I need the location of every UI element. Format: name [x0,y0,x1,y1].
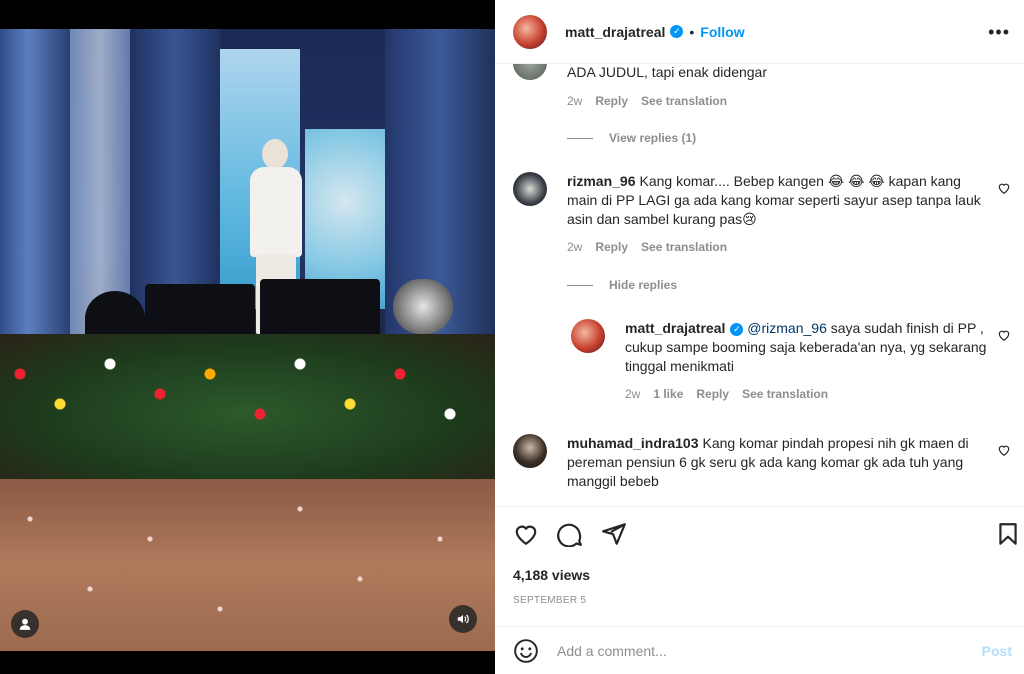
comment-time[interactable]: 2w [567,94,582,108]
flower-arrangement [0,334,495,494]
comment-likes[interactable]: 1 like [653,387,683,401]
post-video[interactable] [0,0,495,674]
like-heart-icon[interactable] [513,521,539,547]
comment-text: ADA JUDUL, tapi enak didengar [567,64,767,80]
see-translation-button[interactable]: See translation [742,387,828,401]
reply-button[interactable]: Reply [696,387,729,401]
author-avatar[interactable] [513,14,547,49]
comment-text: rizman_96 Kang komar.... Bebep kangen 😂 😂… [567,173,981,227]
like-comment-icon[interactable] [997,328,1011,342]
separator-dot: • [689,23,695,40]
commenter-avatar[interactable] [513,434,547,468]
view-count[interactable]: 4,188 views [513,567,590,583]
follow-button[interactable]: Follow [700,24,744,40]
more-options-icon[interactable]: ••• [988,22,1010,43]
post-actions: 4,188 views SEPTEMBER 5 [495,506,1024,626]
like-comment-icon[interactable] [997,181,1011,195]
share-send-icon[interactable] [601,521,627,547]
comment-bubble-icon[interactable] [557,521,583,547]
commenter-avatar[interactable] [513,172,547,206]
verified-badge-icon: ✓ [730,323,744,336]
replies-line [567,137,593,139]
post-panel: matt_drajatreal ✓ • Follow ••• ADA JUDUL… [495,0,1024,674]
stage-light [393,279,453,334]
emoji-icon[interactable] [513,638,539,664]
commenter-username[interactable]: rizman_96 [567,173,635,189]
comment-input[interactable] [557,642,957,659]
video-frame[interactable] [0,29,495,651]
like-comment-icon[interactable] [997,443,1011,457]
commenter-avatar[interactable] [513,64,547,80]
post-date[interactable]: SEPTEMBER 5 [513,595,586,606]
comment-time[interactable]: 2w [567,240,582,254]
comment-text: muhamad_indra103 Kang komar pindah propes… [567,435,969,489]
comment-meta: 2w Reply See translation [567,94,727,108]
stage-curtain [0,29,70,339]
replies-line [567,284,593,286]
save-bookmark-icon[interactable] [995,521,1021,547]
tagged-users-button[interactable] [11,610,39,638]
reply-button[interactable]: Reply [595,94,628,108]
commenter-avatar[interactable] [571,319,605,353]
commenter-username[interactable]: muhamad_indra103 [567,435,699,451]
add-comment-bar: Post [495,626,1024,674]
comment-time[interactable]: 2w [625,387,640,401]
post-comment-button[interactable]: Post [982,643,1012,659]
user-icon [19,618,31,630]
commenter-username[interactable]: matt_drajatreal [625,320,725,336]
comment-text: matt_drajatreal ✓ @rizman_96 saya sudah f… [625,320,987,374]
view-replies-button[interactable]: View replies (1) [567,131,696,145]
see-translation-button[interactable]: See translation [641,240,727,254]
comments-list[interactable]: ADA JUDUL, tapi enak didengar 2w Reply S… [495,64,1024,506]
hide-replies-button[interactable]: Hide replies [567,278,677,292]
sound-toggle-button[interactable] [449,605,477,633]
comment-meta: 2w Reply See translation [567,240,727,254]
author-username[interactable]: matt_drajatreal [565,24,665,40]
stage-floor [0,479,495,651]
comment-meta: 2w 1 like Reply See translation [625,387,828,401]
post-header: matt_drajatreal ✓ • Follow ••• [495,0,1024,64]
reply-button[interactable]: Reply [595,240,628,254]
mention-link[interactable]: @rizman_96 [747,320,827,336]
verified-badge-icon: ✓ [670,25,684,38]
see-translation-button[interactable]: See translation [641,94,727,108]
speaker-icon [457,614,469,624]
